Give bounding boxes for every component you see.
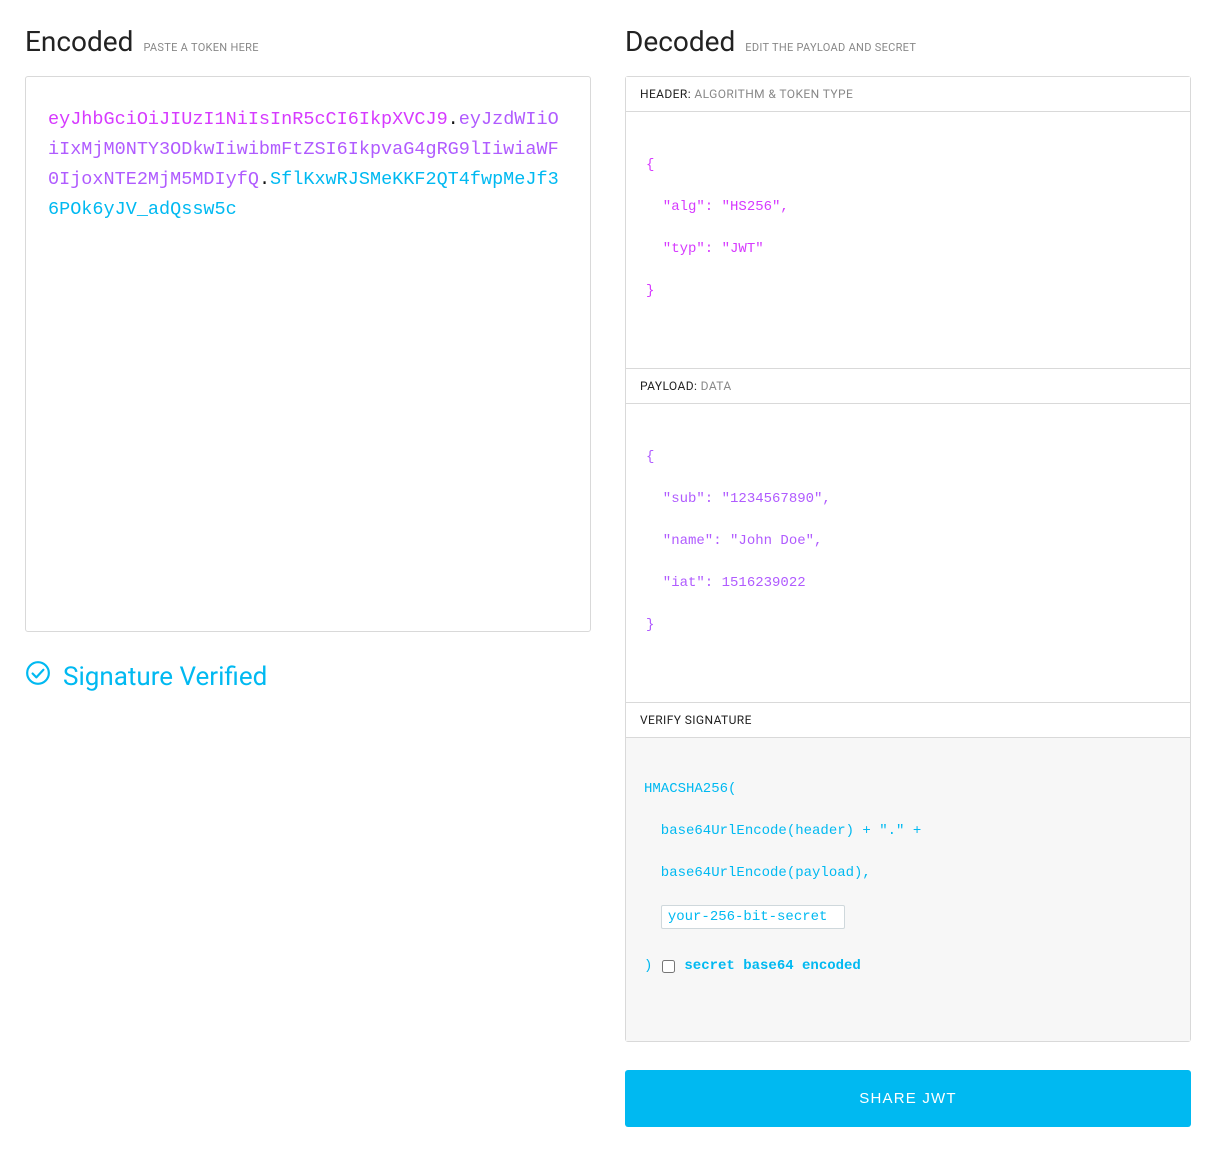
decoded-payload-label: PAYLOAD: DATA [626,369,1190,403]
encoded-header-segment: eyJhbGciOiJIUzI1NiIsInR5cCI6IkpXVCJ9 [48,109,448,130]
signature-status: Signature Verified [25,660,591,693]
secret-input[interactable] [661,905,845,929]
signature-label: VERIFY SIGNATURE [640,713,752,727]
sig-secret-row [644,905,1172,929]
payload-label: PAYLOAD: [640,379,697,393]
header-json-line: "alg": "HS256", [646,197,1170,218]
sig-line-2: base64UrlEncode(header) + "." + [644,821,1172,842]
header-json-line: { [646,155,1170,176]
encoded-subtitle: PASTE A TOKEN HERE [143,41,258,54]
decoded-payload-body[interactable]: { "sub": "1234567890", "name": "John Doe… [626,403,1190,702]
header-label: HEADER: [640,87,691,101]
sig-line-1: HMACSHA256( [644,779,1172,800]
decoded-title-text: Decoded [625,25,735,58]
encoded-token-box[interactable]: eyJhbGciOiJIUzI1NiIsInR5cCI6IkpXVCJ9.eyJ… [25,76,591,632]
share-jwt-button[interactable]: SHARE JWT [625,1070,1191,1127]
encoded-title: Encoded PASTE A TOKEN HERE [25,25,591,58]
secret-base64-checkbox[interactable] [662,960,675,973]
payload-json-line: "name": "John Doe", [646,531,1170,552]
decoded-header-label: HEADER: ALGORITHM & TOKEN TYPE [626,77,1190,111]
sig-checkbox-row: ) secret base64 encoded [644,956,1172,977]
payload-sublabel: DATA [701,379,732,393]
token-dot: . [448,109,459,130]
check-circle-icon [25,660,51,693]
header-json-line: } [646,281,1170,302]
header-json-line: "typ": "JWT" [646,239,1170,260]
decoded-header-body[interactable]: { "alg": "HS256", "typ": "JWT" } [626,111,1190,368]
sig-close-paren: ) [644,956,652,977]
decoded-title: Decoded EDIT THE PAYLOAD AND SECRET [625,25,1191,58]
token-dot: . [259,169,270,190]
secret-base64-label[interactable]: secret base64 encoded [684,956,860,977]
encoded-column: Encoded PASTE A TOKEN HERE eyJhbGciOiJIU… [25,25,591,1127]
decoded-column: Decoded EDIT THE PAYLOAD AND SECRET HEAD… [625,25,1191,1127]
sig-line-3: base64UrlEncode(payload), [644,863,1172,884]
decoded-subtitle: EDIT THE PAYLOAD AND SECRET [745,41,916,54]
signature-status-text: Signature Verified [63,662,267,692]
payload-json-line: { [646,447,1170,468]
decoded-signature-body: HMACSHA256( base64UrlEncode(header) + ".… [626,737,1190,1041]
encoded-title-text: Encoded [25,25,133,58]
decoded-panel: HEADER: ALGORITHM & TOKEN TYPE { "alg": … [625,76,1191,1042]
payload-json-line: "sub": "1234567890", [646,489,1170,510]
payload-json-line: "iat": 1516239022 [646,573,1170,594]
decoded-signature-label: VERIFY SIGNATURE [626,703,1190,737]
header-sublabel: ALGORITHM & TOKEN TYPE [694,87,853,101]
payload-json-line: } [646,615,1170,636]
